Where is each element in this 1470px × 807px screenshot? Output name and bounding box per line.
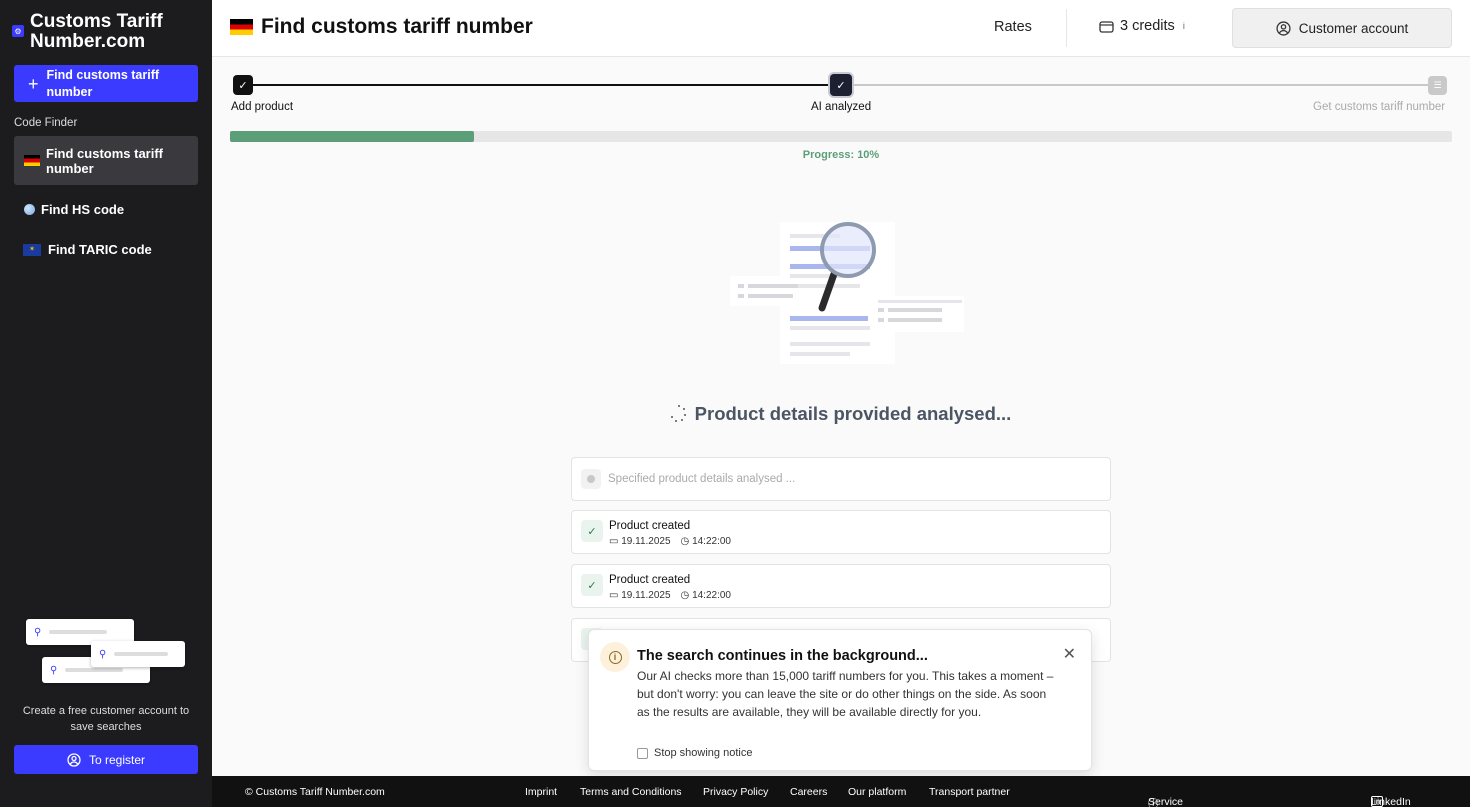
stop-showing-notice-checkbox[interactable]: Stop showing notice <box>637 747 752 759</box>
illustration-card: ⚲ <box>91 641 185 667</box>
header-divider <box>1066 9 1067 47</box>
footer-link-terms[interactable]: Terms and Conditions <box>580 786 682 798</box>
footer-copyright: © Customs Tariff Number.com <box>245 786 385 798</box>
step-3-label: Get customs tariff number <box>1313 101 1446 113</box>
stepper-line-done <box>252 84 832 86</box>
check-circle-icon: ✓ <box>581 520 603 542</box>
sidebar-item-label: Find TARIC code <box>48 242 152 257</box>
log-title: Product created <box>609 574 691 586</box>
log-item: ✓ Product created ▭ 19.11.2025 ◷ 14:22:0… <box>571 510 1111 554</box>
spinner-icon <box>670 405 687 423</box>
user-circle-icon <box>67 752 81 767</box>
footer-link-privacy[interactable]: Privacy Policy <box>703 786 768 798</box>
analysis-title: Product details provided analysed... <box>694 403 1012 424</box>
find-customs-tariff-number-button[interactable]: + Find customs tariff number <box>14 65 198 102</box>
footer-help-label: Service & Help <box>1148 796 1184 807</box>
step-3-list-icon: ☰ <box>1428 76 1447 95</box>
footer-link-platform[interactable]: Our platform <box>848 786 906 798</box>
info-icon[interactable]: i <box>1183 21 1185 31</box>
brand[interactable]: ⚙ Customs Tariff Number.com <box>12 12 180 52</box>
sidebar-item-find-customs-tariff-number[interactable]: Find customs tariff number <box>14 136 198 185</box>
wallet-icon <box>1099 20 1114 33</box>
footer-linkedin-label: LinkedIn <box>1371 796 1411 807</box>
log-time: 14:22:00 <box>692 590 731 601</box>
analysis-status: Product details provided analysed... <box>571 403 1111 425</box>
log-time: 14:22:00 <box>692 536 731 547</box>
sidebar-item-label: Find customs tariff number <box>46 145 164 176</box>
register-text: Create a free customer account to save s… <box>22 705 190 733</box>
log-title: Product created <box>609 520 691 532</box>
footer-link-careers[interactable]: Careers <box>790 786 827 798</box>
search-icon: ⚲ <box>50 664 58 676</box>
search-icon: ⚲ <box>34 626 42 638</box>
stepper-line-pending <box>852 84 1430 86</box>
pending-dot-icon <box>581 469 601 489</box>
close-icon[interactable]: ✕ <box>1063 644 1076 664</box>
credits-display[interactable]: 3 credits i <box>1099 18 1185 34</box>
notice-title: The search continues in the background..… <box>637 648 928 664</box>
search-icon: ⚲ <box>99 648 107 660</box>
page-title: Find customs tariff number <box>230 15 533 39</box>
globe-icon <box>24 204 35 215</box>
calendar-icon: ▭ <box>609 536 619 547</box>
sidebar-item-find-hs-code[interactable]: Find HS code <box>14 202 198 217</box>
clock-icon: ◷ <box>680 536 690 547</box>
flag-de-icon <box>230 19 253 35</box>
notice-body: Our AI checks more than 15,000 tariff nu… <box>637 669 1054 719</box>
checkbox-box[interactable] <box>637 747 648 759</box>
header: Find customs tariff number Rates 3 credi… <box>212 0 1470 57</box>
clock-icon: ◷ <box>680 590 690 601</box>
footer-link-transport[interactable]: Transport partner <box>929 786 1010 798</box>
brand-name: Customs Tariff Number.com <box>30 11 163 52</box>
sidebar-item-label: Find HS code <box>41 202 125 217</box>
document-search-illustration <box>730 222 964 364</box>
user-circle-icon <box>1276 20 1291 36</box>
progress-fill <box>230 131 475 142</box>
step-1-check-icon: ✓ <box>233 75 253 95</box>
log-date: 19.11.2025 <box>621 590 671 601</box>
checkbox-label: Stop showing notice <box>654 747 753 759</box>
rates-link[interactable]: Rates <box>994 19 1032 35</box>
progress-bar <box>230 131 1452 142</box>
page-title-text: Find customs tariff number <box>261 15 533 38</box>
footer: © Customs Tariff Number.com Imprint Term… <box>212 776 1470 807</box>
info-icon: i <box>600 642 630 672</box>
step-2-check-icon: ✓ <box>830 74 852 96</box>
credits-label: 3 credits <box>1120 18 1175 34</box>
customer-account-label: Customer account <box>1298 20 1409 36</box>
step-2-label: AI analyzed <box>811 101 872 113</box>
log-pending-text: Specified product details analysed ... <box>608 473 796 485</box>
section-label: Code Finder <box>14 117 78 129</box>
calendar-icon: ▭ <box>609 590 619 601</box>
register-button[interactable]: To register <box>14 745 198 774</box>
sidebar: ⚙ Customs Tariff Number.com + Find custo… <box>0 0 212 807</box>
background-search-notice: i The search continues in the background… <box>588 629 1092 771</box>
log-item: ✓ Product created ▭ 19.11.2025 ◷ 14:22:0… <box>571 564 1111 608</box>
flag-eu-icon: ✶ <box>23 243 41 256</box>
footer-link-imprint[interactable]: Imprint <box>525 786 557 798</box>
customer-account-button[interactable]: Customer account <box>1232 8 1452 48</box>
new-button-label: Find customs tariff number <box>46 67 160 99</box>
brand-logo-icon: ⚙ <box>12 25 24 37</box>
log-meta: ▭ 19.11.2025 ◷ 14:22:00 <box>609 590 731 601</box>
log-meta: ▭ 19.11.2025 ◷ 14:22:00 <box>609 536 731 547</box>
progress-label: Progress: 10% <box>802 149 880 161</box>
log-date: 19.11.2025 <box>621 536 671 547</box>
register-button-label: To register <box>88 752 146 767</box>
step-1-label: Add product <box>231 101 294 113</box>
sidebar-item-find-taric-code[interactable]: ✶ Find TARIC code <box>14 242 198 257</box>
check-circle-icon: ✓ <box>581 574 603 596</box>
log-item-pending: Specified product details analysed ... <box>571 457 1111 501</box>
plus-icon: + <box>28 73 39 94</box>
flag-de-icon <box>24 155 40 166</box>
